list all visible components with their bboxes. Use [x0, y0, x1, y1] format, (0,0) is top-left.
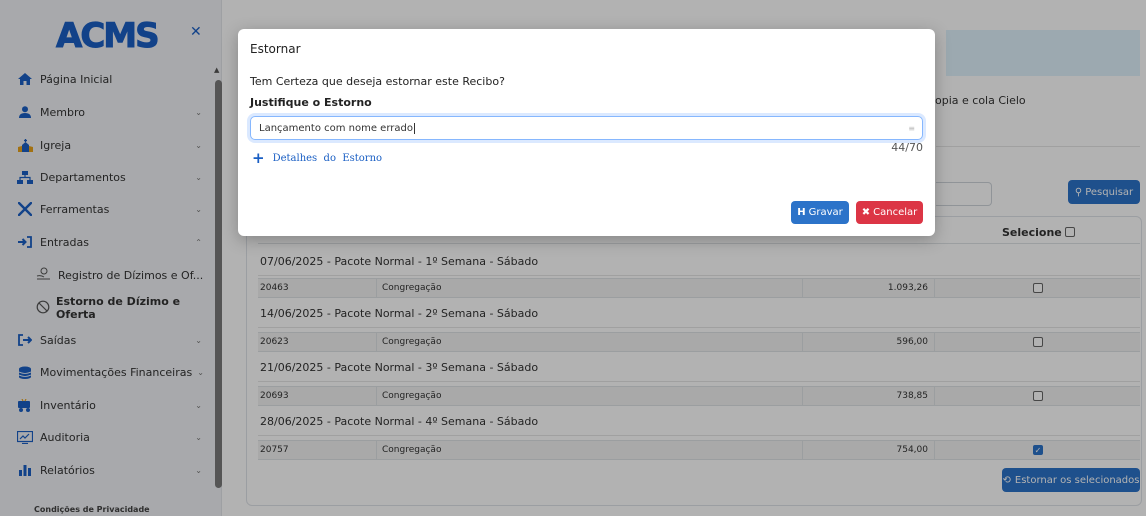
text-cursor [413, 123, 415, 134]
resize-handle-icon[interactable]: ≡ [908, 124, 915, 133]
estornar-modal: Estornar Tem Certeza que deseja estornar… [238, 29, 935, 236]
justification-label: Justifique o Estorno [250, 96, 372, 109]
modal-question: Tem Certeza que deseja estornar este Rec… [250, 75, 505, 88]
plus-icon: + [252, 149, 265, 167]
modal-title: Estornar [250, 42, 301, 56]
char-counter: 44/70 [891, 141, 923, 154]
justification-value: Lançamento com nome errado [259, 123, 413, 134]
details-link-label: Detalhes do Estorno [272, 152, 383, 164]
cancelar-button[interactable]: ✖ Cancelar [856, 201, 923, 224]
justification-textarea[interactable]: Lançamento com nome errado ≡ [250, 116, 923, 140]
gravar-button[interactable]: H Gravar [791, 201, 849, 224]
cancelar-label: Cancelar [873, 207, 918, 218]
gravar-label: Gravar [808, 207, 843, 218]
details-toggle[interactable]: + Detalhes do Estorno [252, 149, 382, 167]
close-icon: ✖ [861, 207, 871, 218]
save-icon: H [797, 207, 806, 218]
